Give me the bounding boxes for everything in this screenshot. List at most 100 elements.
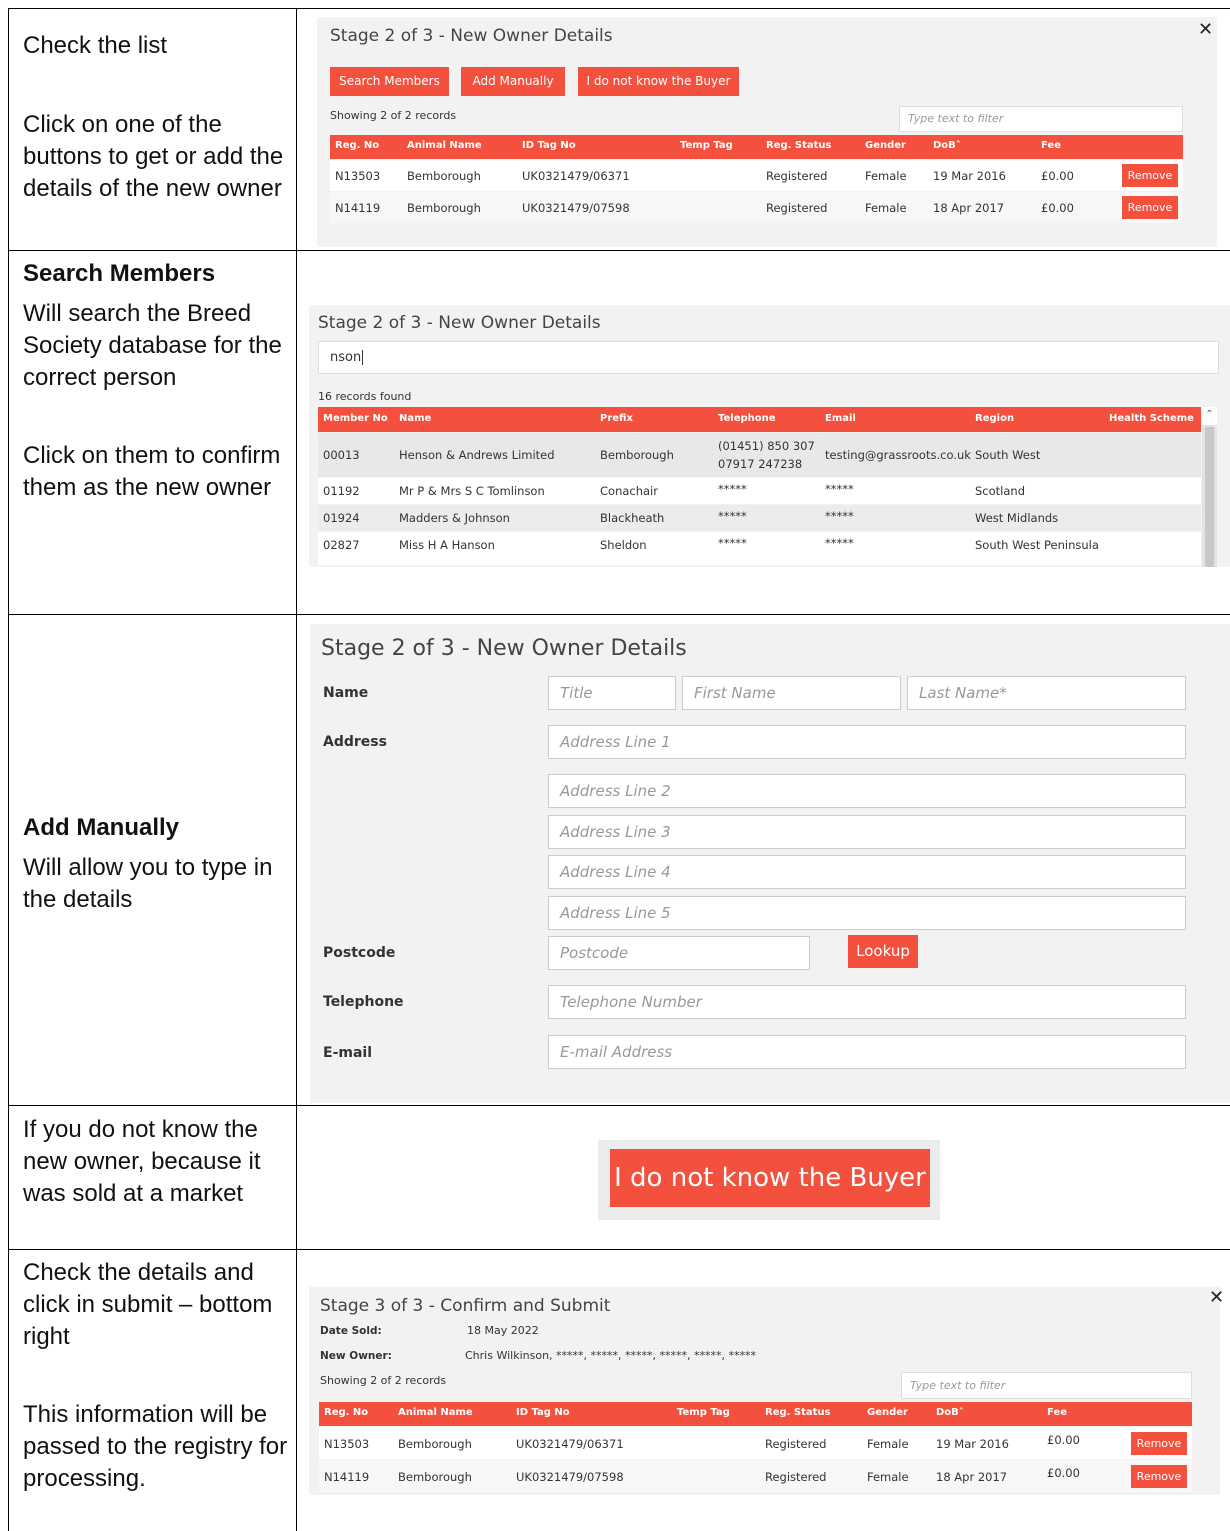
col-temp-tag[interactable]: Temp Tag (680, 140, 733, 151)
member-row[interactable]: 00013 Henson & Andrews Limited Bemboroug… (318, 433, 1201, 477)
col-reg-status[interactable]: Reg. Status (765, 1407, 831, 1418)
cell-tag: UK0321479/07598 (516, 1470, 624, 1484)
cell-prefix: Bemborough (600, 448, 674, 462)
scroll-up-icon[interactable]: ⌃ (1202, 407, 1217, 425)
add-manually-button[interactable]: Add Manually (461, 67, 565, 96)
heading-text: Search Members (23, 260, 216, 287)
stage3-panel: Stage 3 of 3 - Confirm and Submit ✕ Date… (309, 1287, 1224, 1495)
table-header: Reg. No Animal Name ID Tag No Temp Tag R… (319, 1402, 1192, 1426)
cell-email: ***** (825, 509, 854, 523)
telephone-input[interactable]: Telephone Number (548, 985, 1186, 1019)
title-input[interactable]: Title (548, 676, 676, 710)
table-border-top (8, 8, 1230, 9)
col-animal-name[interactable]: Animal Name (398, 1407, 473, 1418)
row-divider (8, 1249, 1230, 1250)
col-reg-status[interactable]: Reg. Status (766, 140, 832, 151)
unknown-buyer-frame: I do not know the Buyer (598, 1140, 940, 1220)
address-line-4-input[interactable]: Address Line 4 (548, 855, 1186, 889)
col-email[interactable]: Email (825, 413, 856, 424)
cell-gender: Female (865, 169, 907, 183)
member-row[interactable]: 02827 Miss H A Hanson Sheldon ***** ****… (318, 532, 1201, 565)
instruction-click-buttons: Click on one of the buttons to get or ad… (23, 111, 284, 202)
col-animal-name[interactable]: Animal Name (407, 140, 482, 151)
table-row[interactable]: N13503 Bemborough UK0321479/06371 Regist… (330, 160, 1183, 191)
member-search-input[interactable]: nson (318, 341, 1219, 374)
instruction-table: Check the list Click on one of the butto… (0, 0, 1230, 1531)
first-name-input[interactable]: First Name (682, 676, 901, 710)
col-id-tag[interactable]: ID Tag No (522, 140, 576, 151)
address-label: Address (323, 734, 387, 750)
remove-button[interactable]: Remove (1131, 1432, 1187, 1455)
cell-region: West Midlands (975, 511, 1059, 525)
col-health-scheme[interactable]: Health Scheme (1109, 413, 1194, 424)
col-fee[interactable]: Fee (1041, 140, 1061, 151)
member-row[interactable]: 01192 Mr P & Mrs S C Tomlinson Conachair… (318, 478, 1201, 504)
lookup-button[interactable]: Lookup (848, 935, 918, 968)
cell-animal: Bemborough (398, 1470, 472, 1484)
remove-button[interactable]: Remove (1131, 1465, 1187, 1488)
cell-region: South West (975, 448, 1041, 462)
cell-fee: £0.00 (1047, 1433, 1080, 1447)
cell-email: ***** (825, 536, 854, 550)
cell-reg: N14119 (335, 201, 381, 215)
filter-input[interactable]: Type text to filter (901, 1372, 1192, 1399)
search-members-button[interactable]: Search Members (330, 67, 449, 96)
col-gender[interactable]: Gender (865, 140, 906, 151)
col-telephone[interactable]: Telephone (718, 413, 776, 424)
col-dob[interactable]: DoB˄ (936, 1407, 964, 1418)
cell-animal: Bemborough (398, 1437, 472, 1451)
table-row[interactable]: N13503 Bemborough UK0321479/06371 Regist… (319, 1427, 1192, 1459)
text-cursor (362, 350, 364, 365)
col-temp-tag[interactable]: Temp Tag (677, 1407, 730, 1418)
date-sold-label: Date Sold: (320, 1325, 382, 1337)
cell-name: Mr P & Mrs S C Tomlinson (399, 484, 545, 498)
email-input[interactable]: E-mail Address (548, 1035, 1186, 1069)
search-members-panel: Stage 2 of 3 - New Owner Details nson 16… (309, 305, 1230, 567)
cell-telephone: ***** (718, 482, 747, 496)
col-gender[interactable]: Gender (867, 1407, 908, 1418)
new-owner-label: New Owner: (320, 1350, 392, 1362)
address-line-3-input[interactable]: Address Line 3 (548, 815, 1186, 849)
scrollbar-thumb[interactable] (1205, 427, 1214, 567)
col-dob[interactable]: DoB˄ (933, 140, 961, 151)
do-not-know-buyer-button-large[interactable]: I do not know the Buyer (610, 1149, 930, 1207)
filter-input[interactable]: Type text to filter (899, 106, 1183, 132)
scrollbar[interactable]: ⌃ (1202, 407, 1217, 567)
registry-note: This information will be passed to the r… (23, 1401, 288, 1492)
cell-name: Madders & Johnson (399, 511, 510, 525)
search-value: nson (330, 350, 362, 365)
col-region[interactable]: Region (975, 413, 1014, 424)
col-reg-no[interactable]: Reg. No (324, 1407, 368, 1418)
col-prefix[interactable]: Prefix (600, 413, 633, 424)
do-not-know-buyer-button[interactable]: I do not know the Buyer (578, 67, 739, 96)
table-row[interactable]: N14119 Bemborough UK0321479/07598 Regist… (319, 1460, 1192, 1492)
remove-button[interactable]: Remove (1122, 164, 1178, 187)
address-line-5-input[interactable]: Address Line 5 (548, 896, 1186, 930)
cell-name: Miss H A Hanson (399, 538, 495, 552)
stage-title: Stage 2 of 3 - New Owner Details (321, 636, 687, 661)
date-sold-value: 18 May 2022 (467, 1324, 539, 1337)
address-line-1-input[interactable]: Address Line 1 (548, 725, 1186, 759)
search-description: Will search the Breed Society database f… (23, 300, 282, 391)
cell-email: testing@grassroots.co.uk (825, 448, 971, 462)
address-line-2-input[interactable]: Address Line 2 (548, 774, 1186, 808)
col-fee[interactable]: Fee (1047, 1407, 1067, 1418)
last-name-input[interactable]: Last Name* (907, 676, 1186, 710)
col-name[interactable]: Name (399, 413, 431, 424)
member-row[interactable]: 01924 Madders & Johnson Blackheath *****… (318, 505, 1201, 531)
stage-title: Stage 3 of 3 - Confirm and Submit (320, 1296, 611, 1316)
remove-button[interactable]: Remove (1122, 196, 1178, 219)
postcode-input[interactable]: Postcode (548, 936, 810, 970)
search-click-instruction: Click on them to confirm them as the new… (23, 442, 281, 501)
cell-fee: £0.00 (1041, 201, 1074, 215)
col-reg-no[interactable]: Reg. No (335, 140, 379, 151)
close-icon[interactable]: ✕ (1198, 19, 1213, 40)
cell-reg: N13503 (324, 1437, 370, 1451)
cell-prefix: Blackheath (600, 511, 665, 525)
close-icon[interactable]: ✕ (1209, 1287, 1224, 1308)
col-member-no[interactable]: Member No (323, 413, 388, 424)
table-row[interactable]: N14119 Bemborough UK0321479/07598 Regist… (330, 192, 1183, 223)
cell-region: South West Peninsula (975, 538, 1099, 552)
column-divider (296, 8, 297, 1531)
col-id-tag[interactable]: ID Tag No (516, 1407, 570, 1418)
